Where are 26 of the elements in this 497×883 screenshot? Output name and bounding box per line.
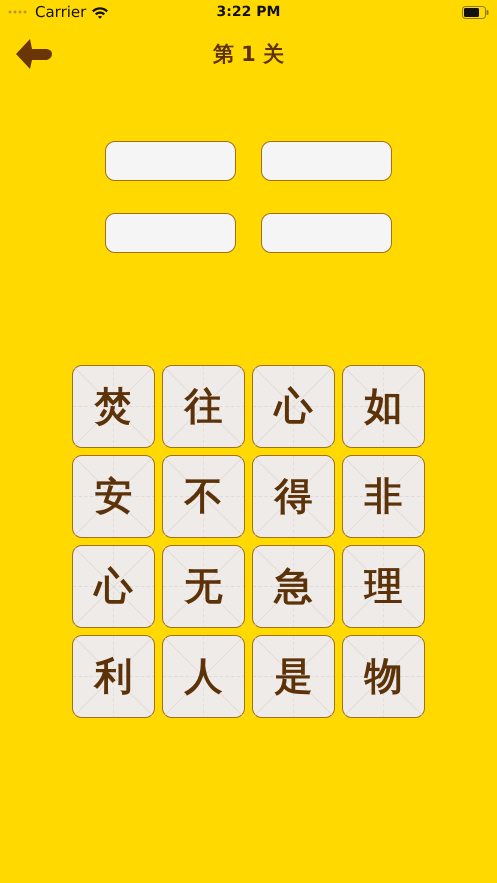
status-time: 3:22 PM <box>216 4 280 20</box>
character-tile[interactable]: 是 <box>252 635 335 718</box>
character-tile[interactable]: 急 <box>252 545 335 628</box>
character-tile[interactable]: 焚 <box>72 365 155 448</box>
character-tile[interactable]: 心 <box>252 365 335 448</box>
wifi-icon <box>91 6 110 18</box>
answer-slot[interactable] <box>105 141 236 181</box>
character-tile[interactable]: 往 <box>162 365 245 448</box>
character-tile[interactable]: 心 <box>72 545 155 628</box>
level-title: 第 1 关 <box>212 41 284 68</box>
answer-slot[interactable] <box>105 213 236 253</box>
character-tile[interactable]: 不 <box>162 455 245 538</box>
answer-slot[interactable] <box>261 141 392 181</box>
character-tile[interactable]: 利 <box>72 635 155 718</box>
character-tile[interactable]: 人 <box>162 635 245 718</box>
battery-icon <box>462 6 489 18</box>
answer-slot[interactable] <box>261 213 392 253</box>
character-tile[interactable]: 非 <box>342 455 425 538</box>
character-tile[interactable]: 安 <box>72 455 155 538</box>
character-tile[interactable]: 物 <box>342 635 425 718</box>
back-arrow-icon[interactable] <box>15 38 53 70</box>
character-tile[interactable]: 理 <box>342 545 425 628</box>
character-tile[interactable]: 得 <box>252 455 335 538</box>
character-tile[interactable]: 无 <box>162 545 245 628</box>
character-tile[interactable]: 如 <box>342 365 425 448</box>
carrier-label: Carrier <box>35 3 86 21</box>
